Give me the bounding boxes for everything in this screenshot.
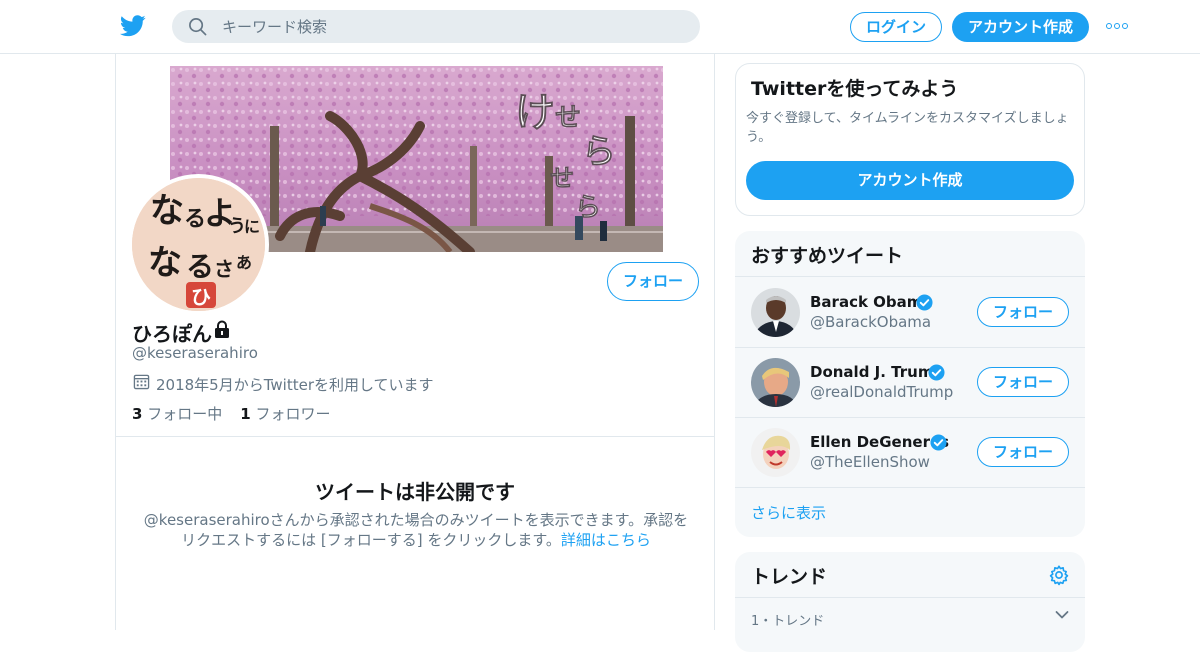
signup-card: Twitterを使ってみよう 今すぐ登録して、タイムラインをカスタマイズしましょ… — [735, 63, 1085, 216]
private-tweets-title: ツイートは非公開です — [315, 480, 515, 504]
twitter-bird-icon[interactable] — [120, 14, 146, 38]
divider — [116, 436, 714, 437]
join-date: 2018年5月からTwitterを利用しています — [156, 376, 434, 394]
gear-icon[interactable] — [1048, 564, 1070, 586]
banner-char: ら — [582, 132, 616, 172]
search-bar[interactable] — [172, 10, 700, 43]
recommended-user[interactable]: Barack Obama @BarackObama フォロー — [735, 277, 1085, 347]
follow-button[interactable]: フォロー — [977, 367, 1069, 397]
signup-card-title: Twitterを使ってみよう — [751, 78, 959, 100]
user-handle: @BarackObama — [810, 313, 932, 331]
profile-name: ひろぽん — [132, 322, 212, 346]
follow-button[interactable]: フォロー — [607, 262, 699, 301]
recommended-user[interactable]: Ellen DeGeneres @TheEllenShow フォロー — [735, 417, 1085, 487]
verified-badge-icon — [928, 364, 945, 381]
follow-button[interactable]: フォロー — [977, 297, 1069, 327]
avatar[interactable] — [751, 288, 800, 337]
profile-stats: 3 フォロー中 1 フォロワー — [132, 403, 330, 424]
banner-char: せ — [550, 163, 574, 192]
avatar-char: に — [244, 217, 260, 236]
user-handle: @realDonaldTrump — [810, 383, 954, 401]
avatar-stamp: ひ — [191, 285, 211, 309]
avatar-char: な — [150, 191, 184, 231]
trend-rank-label: 1・トレンド — [751, 614, 825, 629]
followers-stat[interactable]: 1 フォロワー — [240, 405, 330, 423]
top-bar: ログイン アカウント作成 — [0, 0, 1200, 54]
verified-badge-icon — [930, 434, 947, 451]
user-name[interactable]: Donald J. Trump — [810, 363, 944, 381]
calendar-icon — [133, 374, 150, 390]
banner-char: せ — [555, 103, 581, 133]
avatar-char: さ — [214, 257, 234, 281]
more-dots-icon[interactable] — [1106, 18, 1130, 36]
profile-avatar[interactable]: な る よ う に な る さ あ ひ — [128, 174, 269, 315]
recommended-title: おすすめツイート — [751, 245, 904, 267]
user-name[interactable]: Barack Obama — [810, 293, 933, 311]
trends-card: トレンド 1・トレンド — [735, 552, 1085, 652]
avatar[interactable] — [751, 428, 800, 477]
profile-handle: @keseraserahiro — [132, 344, 258, 362]
banner-char: け — [515, 89, 555, 136]
create-account-button[interactable]: アカウント作成 — [746, 161, 1074, 200]
signup-button[interactable]: アカウント作成 — [952, 12, 1089, 42]
user-handle: @TheEllenShow — [810, 453, 930, 471]
user-name[interactable]: Ellen DeGeneres — [810, 433, 949, 451]
divider — [735, 487, 1085, 488]
followers-label: フォロワー — [255, 405, 331, 423]
search-icon — [189, 18, 207, 36]
following-stat[interactable]: 3 フォロー中 — [132, 405, 222, 423]
signup-card-body: 今すぐ登録して、タイムラインをカスタマイズしましょう。 — [746, 111, 1069, 145]
followers-count: 1 — [240, 405, 251, 423]
chevron-down-icon[interactable] — [1055, 610, 1069, 620]
avatar-char: る — [184, 206, 206, 232]
avatar-char: な — [148, 243, 182, 283]
search-input[interactable] — [222, 10, 682, 43]
banner-char: ら — [575, 193, 601, 223]
login-button[interactable]: ログイン — [850, 12, 942, 42]
avatar-char: あ — [236, 253, 252, 272]
learn-more-link[interactable]: 詳細はこちら — [561, 531, 651, 549]
avatar[interactable] — [751, 358, 800, 407]
recommended-user[interactable]: Donald J. Trump @realDonaldTrump フォロー — [735, 347, 1085, 417]
profile-column: け せ ら せ ら な る よ う に な る さ あ ひ フォロー ひろぽん … — [115, 54, 715, 630]
divider — [735, 597, 1085, 598]
private-tweets-message: @keseraserahiroさんから承認された場合のみツイートを表示できます。… — [138, 510, 694, 550]
lock-icon — [215, 320, 229, 338]
verified-badge-icon — [916, 294, 933, 311]
show-more-link[interactable]: さらに表示 — [751, 502, 826, 523]
recommended-card: おすすめツイート Barack Obama @BarackObama フォロー — [735, 231, 1085, 537]
trends-title: トレンド — [751, 566, 828, 588]
following-count: 3 — [132, 405, 143, 423]
following-label: フォロー中 — [147, 405, 223, 423]
avatar-char: る — [186, 250, 214, 283]
follow-button[interactable]: フォロー — [977, 437, 1069, 467]
